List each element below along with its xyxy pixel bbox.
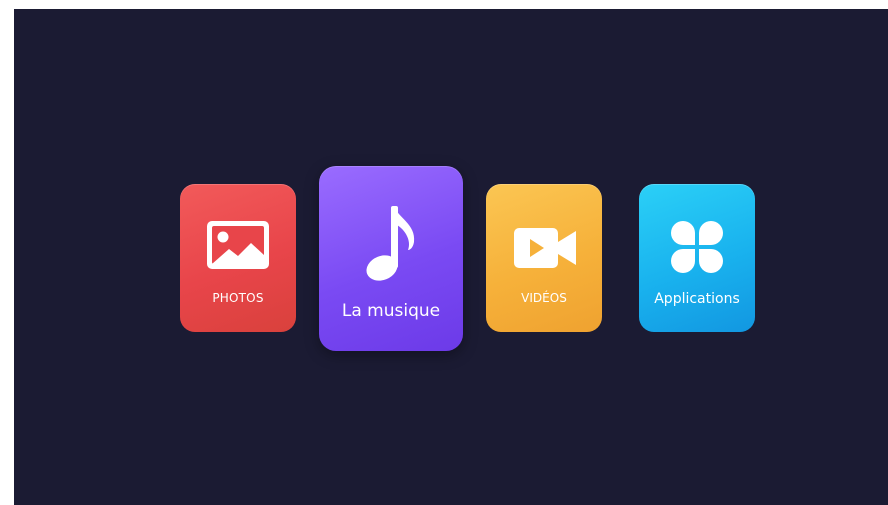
videos-label: VIDÉOS — [521, 291, 567, 305]
home-screen: PHOTOS La musique VIDÉOS Applications — [14, 9, 888, 505]
videos-tile[interactable]: VIDÉOS — [486, 184, 602, 332]
applications-tile[interactable]: Applications — [639, 184, 755, 332]
photos-label: PHOTOS — [212, 291, 264, 305]
image-icon — [207, 221, 269, 269]
music-tile[interactable]: La musique — [319, 166, 463, 351]
apps-grid-icon — [671, 221, 723, 273]
music-note-icon — [366, 206, 415, 281]
applications-label: Applications — [654, 291, 740, 307]
music-label: La musique — [341, 301, 441, 321]
video-camera-icon — [514, 228, 576, 268]
photos-tile[interactable]: PHOTOS — [180, 184, 296, 332]
